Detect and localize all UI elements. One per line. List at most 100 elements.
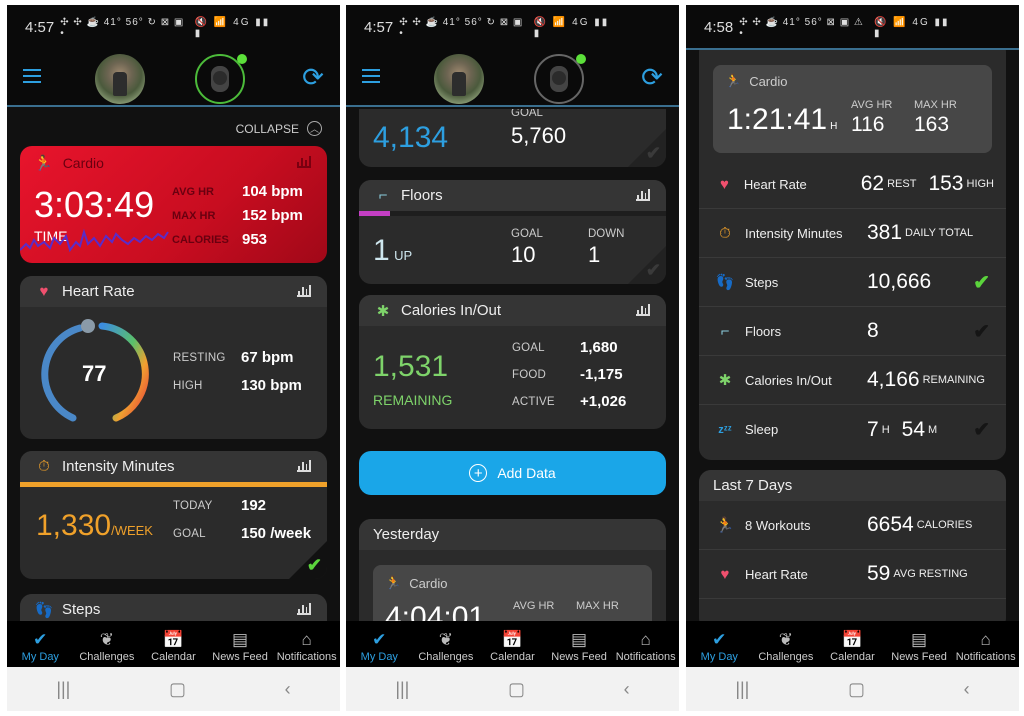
status-icons: ✣ ✣ ☕ 41° 56° ↻ ⊠ ▣ • [399,16,524,39]
floors-goal: 10 [511,242,536,267]
nav-label: Notifications [955,651,1016,663]
status-indicators: 🔇 📶 4G ▮▮ ▮ [533,16,610,39]
nav-label: Challenges [79,651,135,663]
cardio-icon: 🏃 [34,155,53,172]
card-header: ♥ Heart Rate [20,276,327,307]
intensity-value: 1,330 [36,509,112,542]
inbox-icon: ⌂ [980,630,991,649]
nav-label: News Feed [212,651,268,663]
sync-icon[interactable]: ⟳ [300,64,326,90]
sleep-icon: zᶻᶻ [718,423,732,436]
intensity-minutes-card[interactable]: ⏱ Intensity Minutes 1,330/WEEK TODAY 192… [20,451,327,579]
card-header: ✱ Calories In/Out [359,295,666,326]
phone-screen-2: 4:57 ✣ ✣ ☕ 41° 56° ↻ ⊠ ▣ • 🔇 📶 4G ▮▮ ▮ ⟳… [346,5,679,711]
nav-calendar[interactable]: 📅 Calendar [479,621,546,667]
avatar[interactable] [434,54,484,104]
cardio-icon: 🏃 [385,575,402,590]
stat-value: 150 /week [241,525,312,542]
calories-icon: ✱ [718,372,732,389]
nav-calendar[interactable]: 📅 Calendar [140,621,207,667]
nav-label: Calendar [830,651,875,663]
last7-row-heart-rate[interactable]: ♥ Heart Rate 59 AVG RESTING [699,550,1006,599]
heart-rate-card[interactable]: ♥ Heart Rate 77 RESTING 67 bpm HIGH 130 … [20,276,327,439]
row-unit: REMAINING [922,374,985,386]
nav-label: News Feed [891,651,947,663]
nav-challenges[interactable]: ❦ Challenges [74,621,141,667]
menu-icon[interactable] [362,69,380,83]
activity-duration: 1:21:41 [727,103,828,136]
chart-icon[interactable] [297,460,311,472]
add-data-button[interactable]: + Add Data [359,451,666,495]
steps-card[interactable]: 4,134 GOAL 5,760 ✔ [359,109,666,167]
steps-goal: 5,760 [511,123,567,148]
stat-value: 67 bpm [241,349,294,366]
nav-calendar[interactable]: 📅 Calendar [819,621,886,667]
goal-check-icon: ✔ [645,260,661,280]
steps-card[interactable]: 👣 Steps [20,594,327,621]
home-button[interactable]: ▢ [508,679,525,700]
recent-apps-button[interactable]: ||| [395,679,409,700]
nav-my-day[interactable]: ✔ My Day [686,621,753,667]
nav-challenges[interactable]: ❦ Challenges [753,621,820,667]
goal-check-icon: ✔ [645,143,661,163]
summary-row-floors[interactable]: ⌐ Floors 8 ✔ [699,307,1006,356]
nav-label: My Day [21,651,59,663]
summary-row-intensity-minutes[interactable]: ⏱ Intensity Minutes 381 DAILY TOTAL [699,209,1006,258]
home-button[interactable]: ▢ [848,679,865,700]
summary-row-steps[interactable]: 👣 Steps 10,666 ✔ [699,258,1006,307]
recent-apps-button[interactable]: ||| [735,679,749,700]
floors-card[interactable]: ⌐ Floors 1 UP GOAL 10 DOWN 1 ✔ [359,180,666,284]
nav-label: Notifications [276,651,337,663]
nav-my-day[interactable]: ✔ My Day [346,621,413,667]
avatar[interactable] [95,54,145,104]
collapse-button[interactable]: COLLAPSE ︿ [236,121,322,136]
calories-card[interactable]: ✱ Calories In/Out 1,531 REMAINING GOAL 1… [359,295,666,429]
row-value: 6654 [867,513,914,536]
stat-label: RESTING [173,351,226,364]
nav-notifications[interactable]: ⌂ Notifications [952,621,1019,667]
row-label: Heart Rate [743,176,807,192]
row-unit-2: HIGH [966,178,995,190]
my-day-content: 4,134 GOAL 5,760 ✔ ⌐ Floors 1 UP GOAL 10… [346,109,679,621]
device-status-button[interactable] [195,54,247,104]
summary-row-sleep[interactable]: zᶻᶻ Sleep 7 H 54 M ✔ [699,405,1006,454]
row-label: Heart Rate [745,566,808,582]
chart-icon[interactable] [636,304,650,316]
device-status-button[interactable] [534,54,586,104]
back-button[interactable]: ‹ [964,679,970,700]
max-hr-label: MAX HR [576,600,619,612]
back-button[interactable]: ‹ [285,679,291,700]
row-label: Floors [745,323,782,339]
row-unit: H [881,423,890,436]
recent-apps-button[interactable]: ||| [56,679,70,700]
summary-row-heart-rate[interactable]: ♥ Heart Rate 62 REST 153 HIGH [699,160,1006,209]
nav-notifications[interactable]: ⌂ Notifications [612,621,679,667]
avg-hr-label: AVG HR [513,600,555,612]
back-button[interactable]: ‹ [624,679,630,700]
yesterday-cardio-item[interactable]: 🏃 Cardio 4:04:01 AVG HR MAX HR [373,565,652,621]
nav-my-day[interactable]: ✔ My Day [7,621,74,667]
nav-news-feed[interactable]: ▤ News Feed [207,621,274,667]
chart-icon[interactable] [297,285,311,297]
nav-challenges[interactable]: ❦ Challenges [413,621,480,667]
heart-icon: ♥ [719,175,729,193]
last7-row-workouts[interactable]: 🏃 8 Workouts 6654 CALORIES [699,501,1006,550]
nav-notifications[interactable]: ⌂ Notifications [273,621,340,667]
chart-icon[interactable] [297,156,311,168]
last-7-days-card: Last 7 Days 🏃 8 Workouts 6654 CALORIES ♥… [699,470,1006,621]
stat-value: +1,026 [580,393,627,410]
yesterday-cardio-item[interactable]: 🏃 Cardio 1:21:41 H AVG HR 116 MAX HR 163 [713,65,992,153]
home-button[interactable]: ▢ [169,679,186,700]
chart-icon[interactable] [297,603,311,615]
steps-value: 4,134 [373,121,449,154]
chart-icon[interactable] [636,189,650,201]
nav-news-feed[interactable]: ▤ News Feed [546,621,613,667]
summary-row-calories[interactable]: ✱ Calories In/Out 4,166 REMAINING [699,356,1006,405]
card-header: Yesterday [359,519,666,550]
status-time: 4:58 [704,19,734,36]
nav-news-feed[interactable]: ▤ News Feed [886,621,953,667]
sync-icon[interactable]: ⟳ [639,64,665,90]
cardio-activity-card[interactable]: 🏃 Cardio 3:03:49 TIME AVG HR 104 bpm MAX… [20,146,327,263]
laurel-icon: ❦ [778,630,794,649]
menu-icon[interactable] [23,69,41,83]
